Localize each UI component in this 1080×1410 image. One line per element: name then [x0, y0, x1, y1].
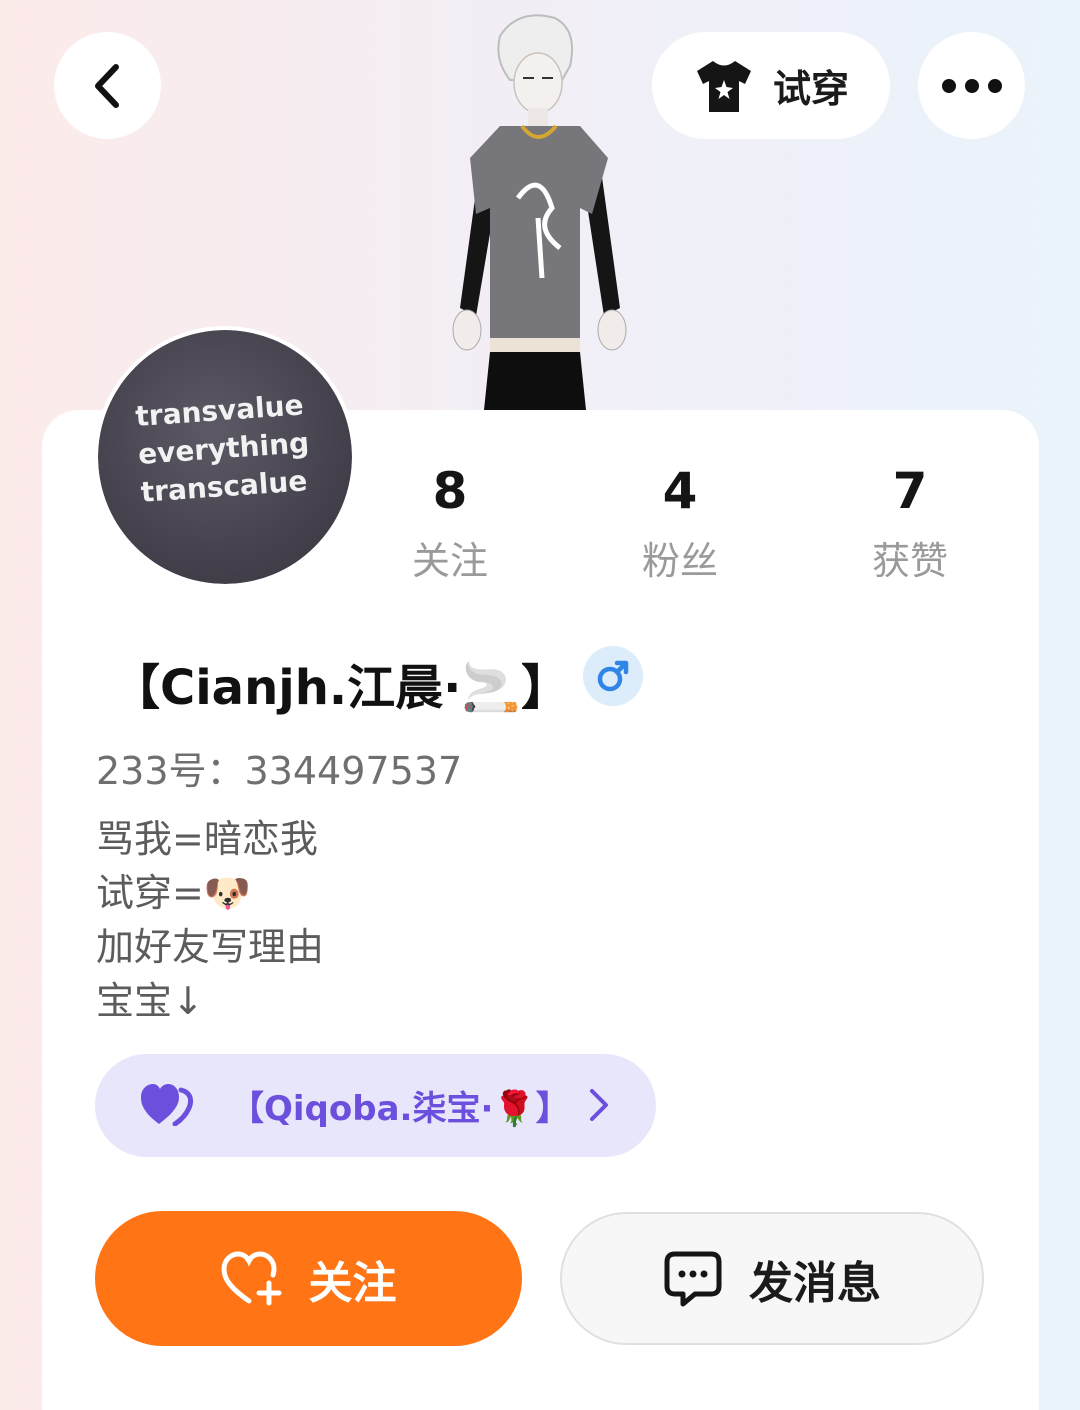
- tshirt-icon: [696, 60, 751, 112]
- username: 【Cianjh.江晨·🚬】: [112, 660, 570, 716]
- bio-line: 骂我=暗恋我: [96, 817, 318, 861]
- account-id: 233号：334497537: [96, 749, 463, 793]
- try-on-label: 试穿: [772, 67, 849, 111]
- more-dots-icon: [941, 78, 1002, 93]
- more-button[interactable]: [918, 32, 1025, 139]
- stat-label: 获赞: [871, 539, 948, 583]
- chevron-right-icon: [590, 1089, 608, 1121]
- stat-label: 关注: [411, 539, 488, 583]
- heart-plus-icon: [220, 1250, 281, 1305]
- bio-line: 宝宝↓: [96, 979, 204, 1023]
- double-heart-icon: [141, 1084, 194, 1126]
- follow-label: 关注: [308, 1257, 397, 1309]
- chat-bubble-icon: [664, 1251, 722, 1306]
- stat-following[interactable]: 8 关注: [370, 460, 530, 585]
- back-button[interactable]: [54, 32, 161, 139]
- message-label: 发消息: [749, 1257, 881, 1309]
- profile-avatar[interactable]: transvalue everything transcalue: [94, 326, 356, 588]
- stat-label: 粉丝: [641, 539, 718, 583]
- relationship-pill[interactable]: 【Qiqoba.柒宝·🌹】: [95, 1054, 656, 1157]
- stat-fans[interactable]: 4 粉丝: [600, 460, 760, 585]
- stat-value: 7: [892, 462, 928, 520]
- chevron-left-icon: [94, 63, 119, 108]
- try-on-button[interactable]: 试穿: [652, 32, 890, 139]
- follow-button[interactable]: 关注: [95, 1211, 522, 1346]
- male-icon: [597, 660, 629, 692]
- bio-line: 试穿=🐶: [96, 871, 252, 915]
- stat-value: 8: [432, 462, 468, 520]
- bio-line: 加好友写理由: [96, 925, 325, 969]
- message-button[interactable]: 发消息: [560, 1212, 984, 1345]
- avatar-caption: transvalue everything transcalue: [134, 388, 311, 509]
- avatar-figure-image[interactable]: [430, 8, 650, 410]
- stat-likes[interactable]: 7 获赞: [830, 460, 990, 585]
- bio: 骂我=暗恋我 试穿=🐶 加好友写理由 宝宝↓: [96, 812, 324, 1028]
- gender-badge: [583, 646, 643, 706]
- stat-value: 4: [662, 462, 698, 520]
- relationship-name: 【Qiqoba.柒宝·🌹】: [230, 1089, 570, 1129]
